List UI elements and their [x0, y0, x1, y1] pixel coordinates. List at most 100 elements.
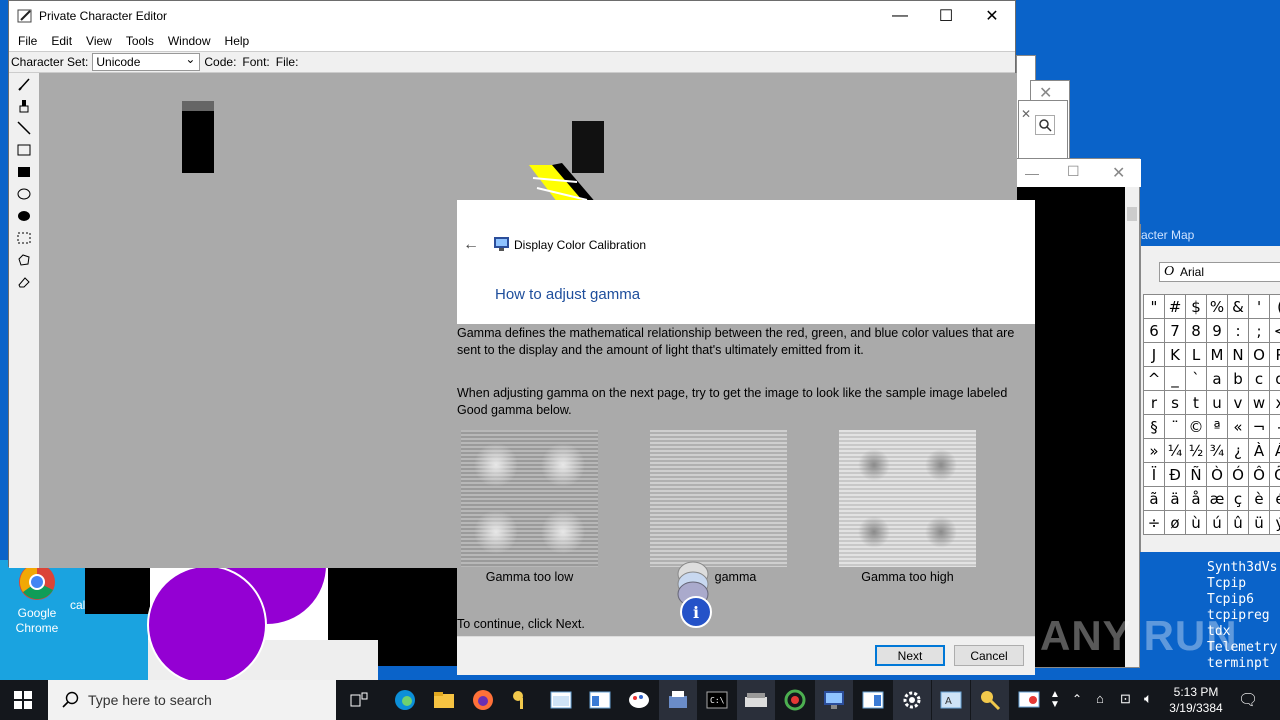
- charmap-cell[interactable]: ç: [1228, 487, 1249, 511]
- paint-icon[interactable]: [620, 680, 658, 720]
- charmap-cell[interactable]: Õ: [1270, 463, 1280, 487]
- notification-icon[interactable]: 🗨︎: [1238, 690, 1258, 710]
- charmap-cell[interactable]: ': [1249, 295, 1270, 319]
- charmap-cell[interactable]: §: [1144, 415, 1165, 439]
- hollow-rectangle-icon[interactable]: [9, 139, 39, 161]
- charmap-cell[interactable]: ¼: [1165, 439, 1186, 463]
- puzzle-icon[interactable]: [776, 680, 814, 720]
- charmap-cell[interactable]: r: [1144, 391, 1165, 415]
- menu-help[interactable]: Help: [218, 34, 257, 48]
- minimize-icon[interactable]: —: [1025, 165, 1039, 181]
- keys-icon[interactable]: [503, 680, 541, 720]
- hollow-ellipse-icon[interactable]: [9, 183, 39, 205]
- command-prompt-icon[interactable]: C:\: [698, 680, 736, 720]
- charmap-cell[interactable]: Ï: [1144, 463, 1165, 487]
- charmap-cell[interactable]: ª: [1207, 415, 1228, 439]
- charmap-cell[interactable]: t: [1186, 391, 1207, 415]
- charmap-cell[interactable]: ÷: [1144, 511, 1165, 535]
- charmap-cell[interactable]: Ò: [1207, 463, 1228, 487]
- charmap-cell[interactable]: $: [1186, 295, 1207, 319]
- charmap-cell[interactable]: <: [1270, 319, 1280, 343]
- charmap-cell[interactable]: ù: [1186, 511, 1207, 535]
- rectangular-selection-icon[interactable]: [9, 227, 39, 249]
- charmap-cell[interactable]: ã: [1144, 487, 1165, 511]
- app-window-icon-3[interactable]: [854, 680, 892, 720]
- search-tool-icon[interactable]: [971, 680, 1009, 720]
- app-window-icon[interactable]: [542, 680, 580, 720]
- close-icon[interactable]: ✕: [1021, 107, 1031, 121]
- charmap-cell[interactable]: 7: [1165, 319, 1186, 343]
- character-map-icon[interactable]: A: [932, 680, 970, 720]
- minimize-button[interactable]: —: [877, 1, 923, 31]
- network-icon[interactable]: ⌂: [1096, 691, 1104, 706]
- pencil-icon[interactable]: [9, 73, 39, 95]
- charmap-cell[interactable]: è: [1249, 487, 1270, 511]
- charmap-cell[interactable]: Ô: [1249, 463, 1270, 487]
- menu-view[interactable]: View: [79, 34, 119, 48]
- charmap-cell[interactable]: Ð: [1165, 463, 1186, 487]
- charmap-cell[interactable]: %: [1207, 295, 1228, 319]
- scanner-icon[interactable]: [737, 680, 775, 720]
- brush-icon[interactable]: [9, 95, 39, 117]
- app-window-icon-2[interactable]: [581, 680, 619, 720]
- menu-window[interactable]: Window: [161, 34, 218, 48]
- charmap-cell[interactable]: Á: [1270, 439, 1280, 463]
- charmap-cell[interactable]: N: [1228, 343, 1249, 367]
- menu-file[interactable]: File: [11, 34, 44, 48]
- charmap-cell[interactable]: 9: [1207, 319, 1228, 343]
- fax-icon[interactable]: [659, 680, 697, 720]
- menu-edit[interactable]: Edit: [44, 34, 79, 48]
- charmap-cell[interactable]: ½: [1186, 439, 1207, 463]
- charmap-cell[interactable]: O: [1249, 343, 1270, 367]
- start-button[interactable]: [4, 680, 42, 720]
- charmap-cell[interactable]: -: [1270, 415, 1280, 439]
- charmap-cell[interactable]: K: [1165, 343, 1186, 367]
- charmap-cell[interactable]: »: [1144, 439, 1165, 463]
- charmap-cell[interactable]: P: [1270, 343, 1280, 367]
- charmap-cell[interactable]: b: [1228, 367, 1249, 391]
- charmap-cell[interactable]: å: [1186, 487, 1207, 511]
- charmap-cell[interactable]: s: [1165, 391, 1186, 415]
- charmap-cell[interactable]: ©: [1186, 415, 1207, 439]
- desktop-icon-chrome[interactable]: Google Chrome: [2, 562, 72, 636]
- charmap-cell[interactable]: a: [1207, 367, 1228, 391]
- charmap-cell[interactable]: ¨: [1165, 415, 1186, 439]
- taskbar-search[interactable]: Type here to search: [48, 680, 336, 720]
- filled-ellipse-icon[interactable]: [9, 205, 39, 227]
- charmap-cell[interactable]: L: [1186, 343, 1207, 367]
- charmap-cell[interactable]: M: [1207, 343, 1228, 367]
- charmap-cell[interactable]: ¬: [1249, 415, 1270, 439]
- charmap-cell[interactable]: ^: [1144, 367, 1165, 391]
- edge-icon[interactable]: [386, 680, 424, 720]
- freeform-selection-icon[interactable]: [9, 249, 39, 271]
- charmap-cell[interactable]: `: [1186, 367, 1207, 391]
- charmap-cell[interactable]: À: [1249, 439, 1270, 463]
- charmap-cell[interactable]: «: [1228, 415, 1249, 439]
- charset-select[interactable]: Unicode: [92, 51, 201, 71]
- charmap-cell[interactable]: ä: [1165, 487, 1186, 511]
- back-arrow-icon[interactable]: ←: [463, 236, 479, 254]
- search-icon[interactable]: [1035, 115, 1055, 135]
- charmap-cell[interactable]: û: [1228, 511, 1249, 535]
- close-icon[interactable]: ✕: [1112, 163, 1125, 183]
- charmap-cell[interactable]: &: [1228, 295, 1249, 319]
- charmap-cell[interactable]: J: [1144, 343, 1165, 367]
- maximize-button[interactable]: ☐: [923, 1, 969, 31]
- charmap-cell[interactable]: Ñ: [1186, 463, 1207, 487]
- next-button[interactable]: Next: [875, 645, 945, 666]
- scrollbar[interactable]: [1125, 187, 1139, 667]
- maximize-icon[interactable]: ☐: [1067, 163, 1080, 180]
- charmap-cell[interactable]: ü: [1249, 511, 1270, 535]
- charmap-cell[interactable]: d: [1270, 367, 1280, 391]
- line-icon[interactable]: [9, 117, 39, 139]
- charmap-cell[interactable]: ý: [1270, 511, 1280, 535]
- menu-tools[interactable]: Tools: [119, 34, 161, 48]
- charmap-cell[interactable]: v: [1228, 391, 1249, 415]
- task-view-icon[interactable]: [340, 680, 378, 720]
- firefox-icon[interactable]: [464, 680, 502, 720]
- charmap-cell[interactable]: (: [1270, 295, 1280, 319]
- chevron-up-icon[interactable]: ⌃: [1072, 692, 1082, 706]
- wifi-icon[interactable]: ⊡: [1120, 691, 1131, 707]
- charmap-cell[interactable]: ;: [1249, 319, 1270, 343]
- charmap-cell[interactable]: c: [1249, 367, 1270, 391]
